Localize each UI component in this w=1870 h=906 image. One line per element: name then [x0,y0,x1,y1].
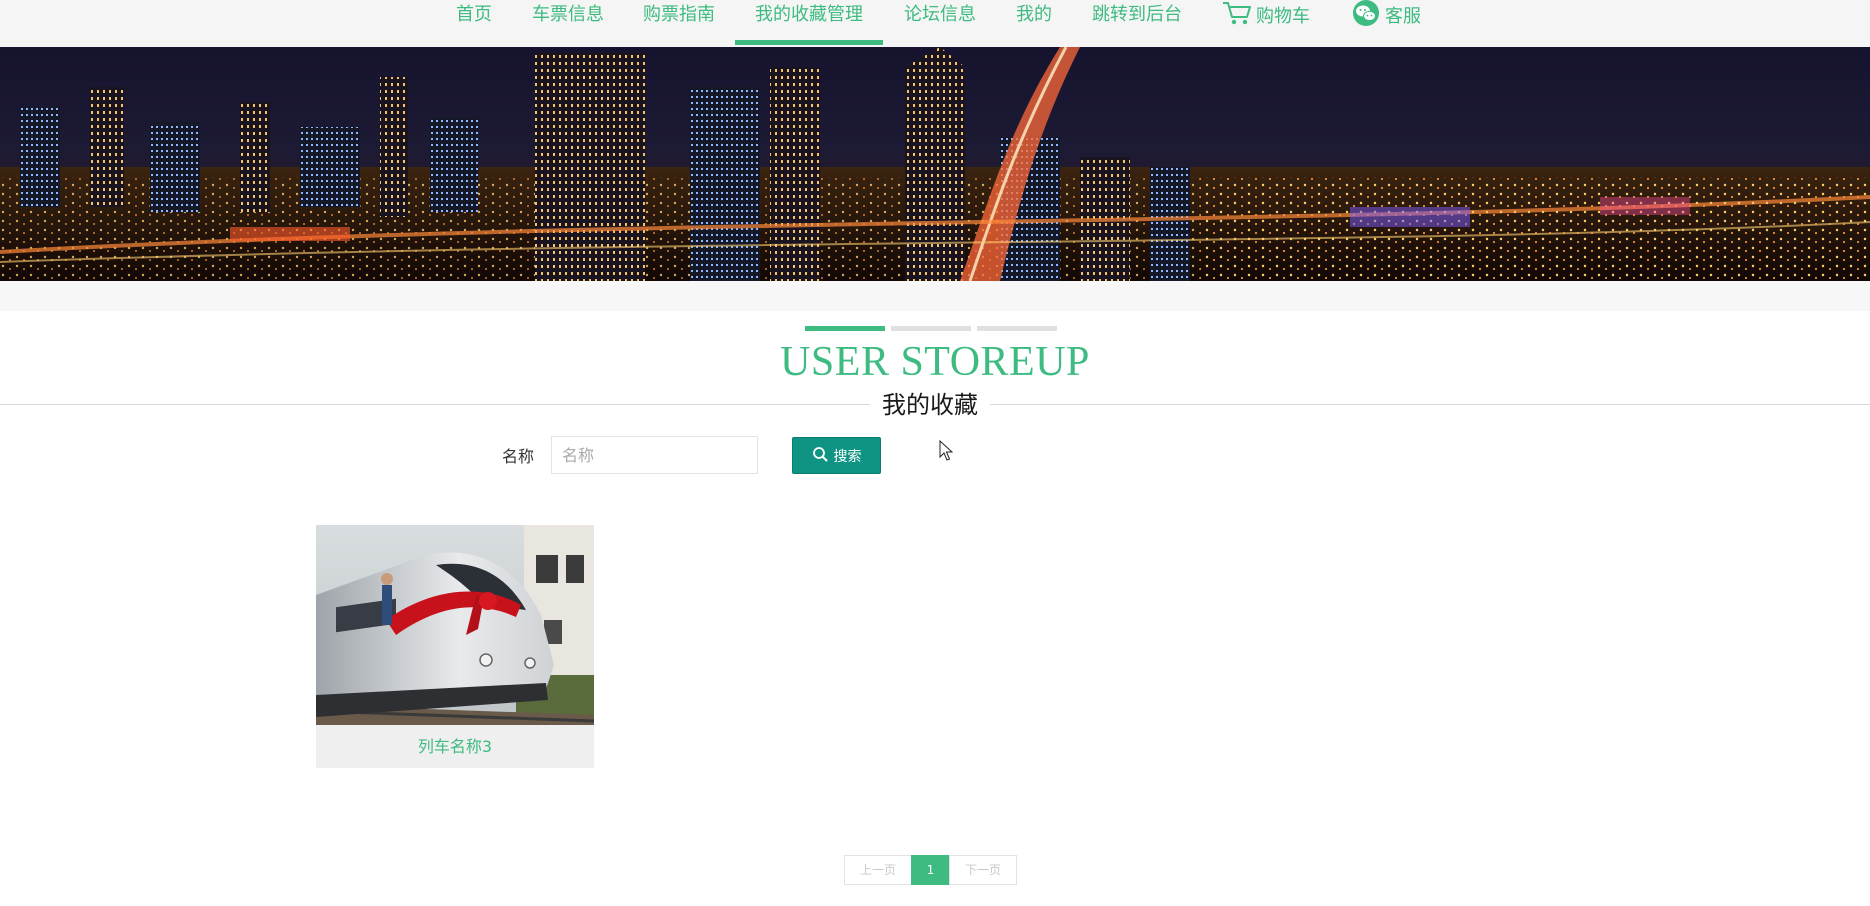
nav-item-home[interactable]: 首页 [456,0,492,47]
nav-item-label: 购物车 [1256,6,1310,27]
nav-item-label: 首页 [456,4,492,25]
nav-item-mine[interactable]: 我的 [1016,0,1052,47]
wechat-icon [1351,0,1381,38]
card-image-train[interactable] [316,525,594,725]
nav-item-label: 我的 [1016,4,1052,25]
nav-item-cart[interactable]: 购物车 [1222,0,1310,47]
carousel-dot-3[interactable] [977,326,1057,331]
cart-icon [1222,0,1252,36]
search-label: 名称 [502,447,535,466]
search-button[interactable]: 搜索 [792,437,881,474]
carousel-dot-2[interactable] [891,326,971,331]
carousel-dot-1[interactable] [805,326,885,331]
nav-item-label: 论坛信息 [904,4,976,25]
nav-item-favorites[interactable]: 我的收藏管理 [735,0,883,47]
section-title-en: USER STOREUP [780,339,1090,385]
pagination-prev-button[interactable]: 上一页 [844,855,912,885]
nav-item-admin[interactable]: 跳转到后台 [1092,0,1182,47]
pagination-next-button[interactable]: 下一页 [949,855,1017,885]
nav-item-guide[interactable]: 购票指南 [643,0,715,47]
search-input[interactable] [551,436,758,474]
nav-item-label: 跳转到后台 [1092,4,1182,25]
banner-image [0,47,1870,281]
favorite-card[interactable]: 列车名称3 [316,525,594,768]
nav-item-forum[interactable]: 论坛信息 [904,0,976,47]
nav-item-service[interactable]: 客服 [1351,0,1421,47]
nav-item-label: 车票信息 [532,4,604,25]
banner-bottom-strip [0,281,1870,311]
nav-item-label: 我的收藏管理 [755,4,863,25]
mouse-cursor-icon [939,439,954,466]
pagination-current-page[interactable]: 1 [911,855,950,885]
nav-item-tickets[interactable]: 车票信息 [532,0,604,47]
card-title[interactable]: 列车名称3 [316,725,594,768]
search-button-label: 搜索 [833,448,862,465]
section-title-cn: 我的收藏 [870,388,990,422]
banner-city-night [0,47,1870,281]
search-icon [812,446,828,466]
nav-item-label: 购票指南 [643,4,715,25]
top-nav: 首页 车票信息 购票指南 我的收藏管理 论坛信息 我的 跳转到后台 购物车 客服 [0,0,1870,47]
nav-item-label: 客服 [1385,6,1421,27]
